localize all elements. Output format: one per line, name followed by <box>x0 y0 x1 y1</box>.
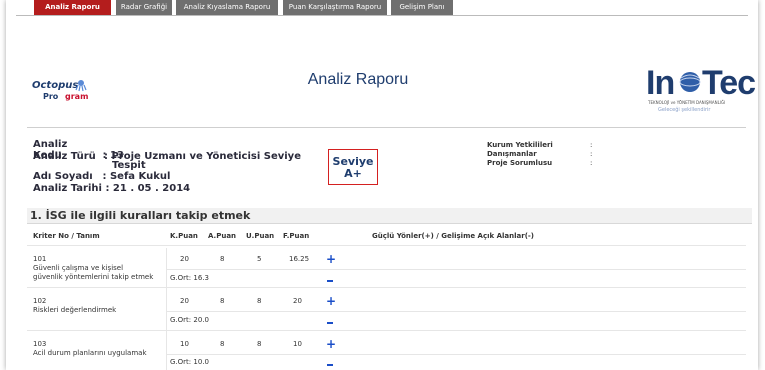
globe-icon <box>679 72 701 92</box>
criterion-description-line2: güvenlik yöntemlerini takip etmek <box>33 273 154 281</box>
column-header-u-puan: U.Puan <box>246 232 275 240</box>
row-divider <box>166 269 746 270</box>
strengths-plus-icon[interactable]: + <box>326 253 336 265</box>
row-divider <box>27 330 746 331</box>
tab-underline <box>16 15 748 16</box>
column-divider <box>166 248 167 370</box>
seviye-value: A+ <box>344 167 362 180</box>
tab-bar: Analiz Raporu Radar Grafiği Analiz Kıyas… <box>6 0 758 15</box>
analiz-turu-value-line2: Tespit <box>112 160 146 171</box>
logo-tagline: TEKNOLOJİ ve YÖNETİM DANIŞMANLIĞI <box>648 100 726 105</box>
strengths-plus-icon[interactable]: + <box>326 295 336 307</box>
tab-gelisim-plani[interactable]: Gelişim Planı <box>391 0 453 15</box>
analiz-turu-value: : Proje Uzmanı ve Yöneticisi Seviye Tesp… <box>104 152 301 171</box>
improvement-minus-icon[interactable] <box>327 280 333 282</box>
kurum-yetkilileri-colon: : <box>590 141 593 149</box>
proje-sorumlusu-label: Proje Sorumlusu <box>487 159 553 167</box>
intec-logo: In Tec TEKNOLOJİ ve YÖNETİM DANIŞMANLIĞI… <box>646 64 756 124</box>
proje-sorumlusu-colon: : <box>590 159 593 167</box>
criterion-description: Acil durum planlarını uygulamak <box>33 349 147 358</box>
f-puan-value: 20 <box>293 297 302 305</box>
criterion-number: 102 <box>33 297 47 305</box>
logo-slogan: Geleceği şekillendirir <box>658 107 711 113</box>
column-header-f-puan: F.Puan <box>283 232 310 240</box>
logo-text: Octopus <box>32 80 79 91</box>
column-header-guclu-yonler: Güçlü Yönler(+) / Gelişime Açık Alanlar(… <box>372 232 535 240</box>
criterion-description: Riskleri değerlendirmek <box>33 306 116 315</box>
adi-soyadi-value: : Sefa Kukul <box>102 171 171 182</box>
header-divider-line <box>27 245 746 246</box>
column-header-k-puan: K.Puan <box>170 232 198 240</box>
section-title: 1. İSG ile ilgili kuralları takip etmek <box>27 208 752 224</box>
analiz-tarihi-value: : 21 . 05 . 2014 <box>105 183 191 194</box>
logo-tec-text: Tec <box>702 64 756 102</box>
tab-radar-grafigi[interactable]: Radar Grafiği <box>116 0 172 15</box>
a-puan-value: 8 <box>220 255 225 263</box>
adi-soyadi-row: Adı Soyadı : Sefa Kukul <box>33 171 170 182</box>
tab-puan-karsilastirma-raporu[interactable]: Puan Karşılaştırma Raporu <box>283 0 387 15</box>
report-window: Analiz Raporu Radar Grafiği Analiz Kıyas… <box>6 0 758 370</box>
u-puan-value: 8 <box>257 297 262 305</box>
danismanlar-colon: : <box>590 150 593 158</box>
octopus-icon <box>75 80 87 92</box>
k-puan-value: 10 <box>180 340 189 348</box>
danismanlar-label: Danışmanlar <box>487 150 537 158</box>
row-divider <box>27 287 746 288</box>
row-divider <box>166 354 746 355</box>
header-divider <box>27 127 746 128</box>
criterion-number: 103 <box>33 340 47 348</box>
strengths-plus-icon[interactable]: + <box>326 338 336 350</box>
criterion-number: 101 <box>33 255 47 263</box>
column-header-a-puan: A.Puan <box>208 232 237 240</box>
f-puan-value: 16.25 <box>289 255 310 263</box>
a-puan-value: 8 <box>220 297 225 305</box>
a-puan-value: 8 <box>220 340 225 348</box>
criterion-description-line1: Güvenli çalışma ve kişisel <box>33 264 124 272</box>
section-title-text: 1. İSG ile ilgili kuralları takip etmek <box>30 209 251 222</box>
criterion-description-line1: Acil durum planlarını uygulamak <box>33 349 147 357</box>
improvement-minus-icon[interactable] <box>327 364 333 366</box>
logo-subtext-accent: gram <box>65 92 89 101</box>
group-average: G.Ort: 20.0 <box>170 316 209 324</box>
k-puan-value: 20 <box>180 255 189 263</box>
analiz-turu-row: Analiz Türü <box>33 151 99 162</box>
logo-subtext: Pro <box>43 92 59 101</box>
criterion-description-line1: Riskleri değerlendirmek <box>33 306 117 314</box>
criterion-description: Güvenli çalışma ve kişisel güvenlik yönt… <box>33 264 153 282</box>
octopus-program-logo: Octopus Pro gram <box>32 80 94 104</box>
tab-analiz-kiyaslama-raporu[interactable]: Analiz Kıyaslama Raporu <box>176 0 278 15</box>
u-puan-value: 8 <box>257 340 262 348</box>
f-puan-value: 10 <box>293 340 302 348</box>
adi-soyadi-label: Adı Soyadı <box>33 171 93 182</box>
kurum-yetkilileri-label: Kurum Yetkilileri <box>487 141 553 149</box>
u-puan-value: 5 <box>257 255 262 263</box>
group-average: G.Ort: 10.0 <box>170 358 209 366</box>
row-divider <box>166 311 746 312</box>
analiz-tarihi-row: Analiz Tarihi : 21 . 05 . 2014 <box>33 183 190 194</box>
tab-analiz-raporu[interactable]: Analiz Raporu <box>34 0 111 15</box>
logo-in-text: In <box>646 64 675 102</box>
k-puan-value: 20 <box>180 297 189 305</box>
column-header-kriter: Kriter No / Tanım <box>33 232 100 240</box>
improvement-minus-icon[interactable] <box>327 322 333 324</box>
group-average: G.Ort: 16.3 <box>170 274 209 282</box>
analiz-tarihi-label: Analiz Tarihi <box>33 183 102 194</box>
page-title: Analiz Raporu <box>307 71 409 88</box>
seviye-badge: Seviye A+ <box>328 149 378 185</box>
analiz-turu-label: Analiz Türü <box>33 151 96 162</box>
